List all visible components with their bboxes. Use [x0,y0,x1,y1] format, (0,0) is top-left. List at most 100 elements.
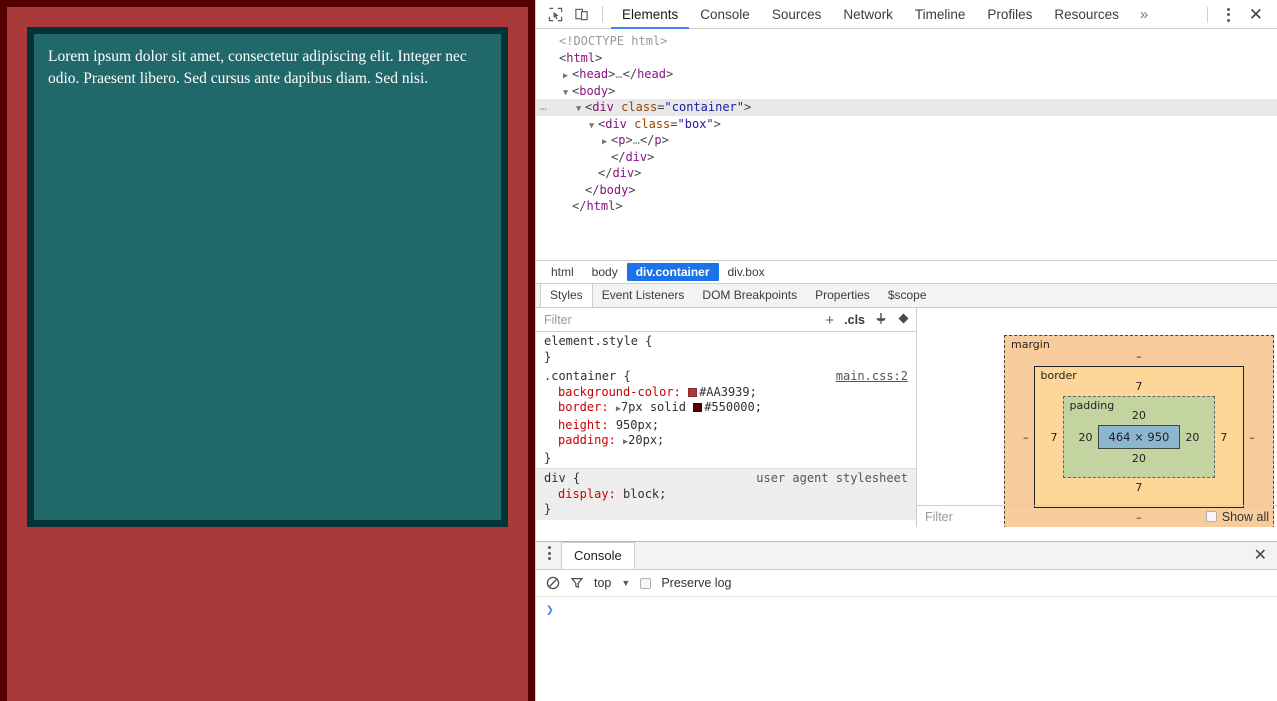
box-model-border-top[interactable]: 7 [1051,380,1228,393]
box-model-border[interactable]: border 7 7 padding 20 20 464 × 950 20 20… [1033,366,1245,508]
tab-network[interactable]: Network [832,0,904,29]
box-model-border-left[interactable]: 7 [1051,431,1058,444]
dom-tree-row[interactable]: ▶ <head>…</head> [536,66,1277,83]
sidebar-tab-properties[interactable]: Properties [806,284,879,307]
tab-elements[interactable]: Elements [611,0,689,29]
css-rule[interactable]: user agent stylesheet div {display: block… [536,468,916,520]
dom-tree-row[interactable]: ▶ <p>…</p> [536,132,1277,149]
css-value[interactable]: 20px; [628,433,664,447]
clear-console-icon[interactable] [546,576,560,590]
dom-tree-row[interactable]: <html> [536,50,1277,67]
dom-tree-row[interactable]: </div> [536,165,1277,182]
styles-toolbar-icons: + .cls [825,308,910,332]
sidebar-tab-dom-breakpoints[interactable]: DOM Breakpoints [693,284,806,307]
breadcrumb: html body div.container div.box [536,260,1277,284]
show-all-control[interactable]: Show all [1205,510,1269,524]
chevron-down-icon[interactable]: ▼ [621,578,630,588]
box-model-margin-left[interactable]: – [1023,431,1029,444]
toolbar-divider [602,6,603,22]
css-rule[interactable]: element.style {} [536,332,916,367]
css-rule-close: } [544,349,552,364]
preserve-log-checkbox[interactable] [640,577,652,589]
box-model-margin[interactable]: margin – – border 7 7 padding 20 20 464 … [1004,335,1274,527]
css-value[interactable]: 950px; [616,418,659,432]
css-declaration[interactable]: padding: ▶20px; [544,433,908,451]
css-value[interactable]: 7px solid [621,400,693,414]
drawer-close-icon[interactable]: ✕ [1254,545,1267,565]
page-viewport: Lorem ipsum dolor sit amet, consectetur … [0,0,535,701]
css-property[interactable]: height: [544,418,609,432]
breadcrumb-item-body[interactable]: body [583,263,627,281]
css-property[interactable]: display: [544,487,616,501]
devtools-menu-kebab-icon[interactable] [1216,7,1241,22]
tab-sources[interactable]: Sources [761,0,833,29]
box-model-border-right[interactable]: 7 [1220,431,1227,444]
box-model-padding[interactable]: padding 20 20 464 × 950 20 20 [1062,396,1216,478]
toggle-class-button[interactable]: .cls [844,313,865,327]
breadcrumb-item-div-box[interactable]: div.box [719,263,774,281]
drawer-tab-bar: Console ✕ [536,542,1277,570]
breadcrumb-item-div-container[interactable]: div.container [626,263,719,281]
box-model-border-bottom[interactable]: 7 [1051,481,1228,494]
sidebar-tab-scope[interactable]: $scope [879,284,936,307]
css-property[interactable]: border: [544,400,609,414]
css-value[interactable]: #AA3939; [699,385,757,399]
dom-tree-row[interactable]: … ▼ <div class="container"> [536,99,1277,116]
console-output[interactable]: ❯ [536,597,1277,624]
breadcrumb-item-html[interactable]: html [542,263,583,281]
devtools-close-icon[interactable]: ✕ [1241,6,1271,23]
css-declaration[interactable]: background-color: #AA3939; [544,385,908,401]
show-all-checkbox[interactable] [1205,511,1217,522]
dom-tree-row[interactable]: <!DOCTYPE html> [536,33,1277,50]
css-declaration[interactable]: display: block; [544,487,908,503]
color-swatch[interactable] [693,403,703,412]
computed-filter-input[interactable]: Filter [925,510,953,524]
dom-tree-row[interactable]: ▼ <body> [536,83,1277,100]
device-toolbar-icon[interactable] [568,1,594,27]
tab-timeline[interactable]: Timeline [904,0,977,29]
tab-profiles[interactable]: Profiles [976,0,1043,29]
color-swatch[interactable] [688,387,698,397]
tab-resources[interactable]: Resources [1043,0,1130,29]
box-model-border-label: border [1040,369,1077,382]
css-rule-source[interactable]: main.css:2 [836,369,908,385]
styles-pane: Filter + .cls element.style {} main.css:2… [536,308,917,527]
css-value[interactable]: block; [623,487,666,501]
pin-icon[interactable] [875,312,887,328]
dom-tree-row[interactable]: </body> [536,182,1277,199]
toolbar-divider-right [1206,6,1208,23]
css-value-color[interactable]: #550000; [704,400,762,414]
dom-tree-row[interactable]: ▼ <div class="box"> [536,116,1277,133]
css-declaration[interactable]: height: 950px; [544,418,908,434]
sidebar-tab-styles[interactable]: Styles [540,283,593,307]
css-selector: element.style { [544,334,653,348]
dom-tree-row[interactable]: </html> [536,198,1277,215]
css-rule[interactable]: main.css:2 .container {background-color: … [536,367,916,468]
css-property[interactable]: background-color: [544,385,681,399]
more-tabs-chevron-icon[interactable]: » [1130,6,1158,23]
dom-tree-row[interactable]: </div> [536,149,1277,166]
drawer-tab-console[interactable]: Console [561,542,635,569]
rendering-icon[interactable] [897,312,910,328]
inspect-cursor-icon[interactable] [542,1,568,27]
dom-tree[interactable]: <!DOCTYPE html> <html> ▶ <head>…</head> ▼ <bo… [536,29,1277,260]
styles-filter-input[interactable]: Filter [544,313,572,327]
filter-funnel-icon[interactable] [570,576,584,590]
drawer-menu-kebab-icon[interactable] [536,546,561,569]
tab-console[interactable]: Console [689,0,761,29]
box-model-margin-top[interactable]: – [1023,350,1255,363]
box-model-padding-left[interactable]: 20 [1079,431,1093,444]
sidebar-tab-event-listeners[interactable]: Event Listeners [593,284,694,307]
styles-filter-bar: Filter + .cls [536,308,916,332]
console-context-selector[interactable]: top [594,576,611,590]
computed-filter-bar: Filter Show all [917,505,1277,527]
box-model-padding-bottom[interactable]: 20 [1079,452,1200,465]
css-declaration[interactable]: border: ▶7px solid #550000; [544,400,908,418]
css-property[interactable]: padding: [544,433,616,447]
console-prompt-icon[interactable]: ❯ [546,603,554,618]
devtools-toolbar: Elements Console Sources Network Timelin… [536,0,1277,29]
box-model-margin-right[interactable]: – [1249,431,1255,444]
new-style-rule-icon[interactable]: + [825,312,834,329]
box-model-content-size[interactable]: 464 × 950 [1097,425,1181,449]
box-model-padding-right[interactable]: 20 [1185,431,1199,444]
